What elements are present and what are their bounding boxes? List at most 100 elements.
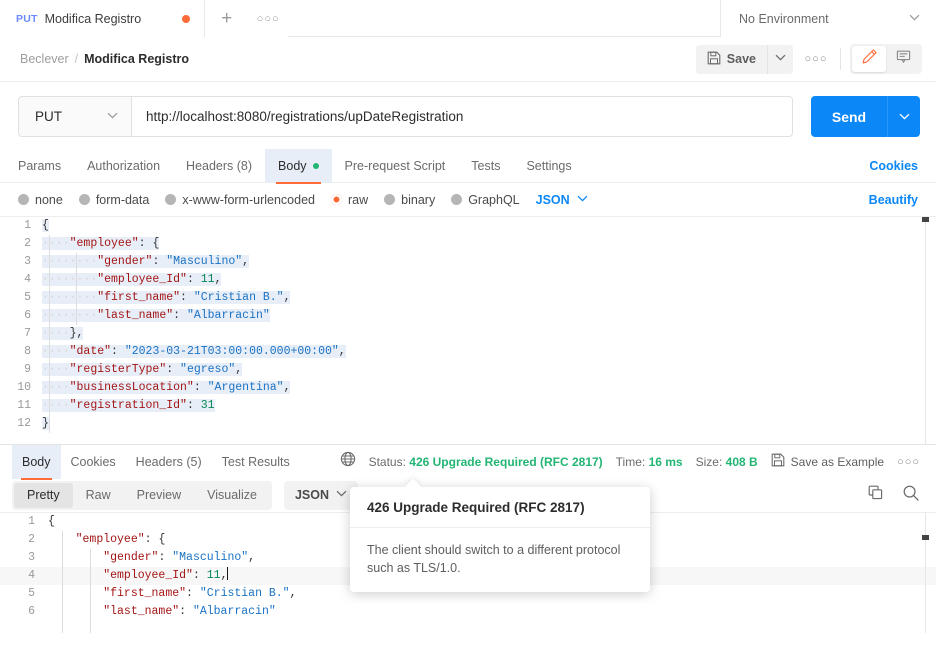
radio-selected-icon [331, 194, 342, 205]
view-mode-toggle-group [850, 44, 922, 74]
code-line: 11 ····"registration_Id": 31 [0, 397, 936, 415]
code-line: 2 ····"employee": { [0, 235, 936, 253]
search-button[interactable] [902, 484, 920, 507]
save-icon [771, 453, 785, 470]
breadcrumb-collection[interactable]: Beclever [20, 52, 69, 66]
beautify-button[interactable]: Beautify [869, 193, 918, 207]
line-number: 9 [24, 363, 31, 376]
tooltip-title: 426 Upgrade Required (RFC 2817) [350, 487, 650, 528]
response-tab-headers[interactable]: Headers (5) [126, 445, 212, 479]
line-number: 5 [24, 291, 31, 304]
body-type-graphql[interactable]: GraphQL [451, 193, 520, 207]
code-text: } [42, 417, 49, 430]
response-view-raw[interactable]: Raw [73, 483, 124, 508]
copy-button[interactable] [867, 484, 884, 506]
tab-authorization[interactable]: Authorization [74, 149, 173, 183]
status-code-tooltip: 426 Upgrade Required (RFC 2817) The clie… [350, 478, 650, 592]
save-button[interactable]: Save [695, 44, 767, 74]
code-text: ········"gender": "Masculino", [42, 255, 250, 268]
edit-mode-button[interactable] [852, 46, 886, 72]
line-number: 1 [24, 219, 31, 232]
code-text: ····"employee": { [42, 237, 160, 250]
request-tab-modifica-registro[interactable]: PUT Modifica Registro [0, 0, 206, 37]
response-format-selector[interactable]: JSON [283, 480, 358, 510]
line-number: 7 [24, 327, 31, 340]
chevron-down-icon [336, 490, 347, 500]
tooltip-description: The client should switch to a different … [367, 543, 621, 575]
response-tab-cookies[interactable]: Cookies [61, 445, 126, 479]
response-status-label: Status: [368, 454, 406, 469]
line-number: 8 [24, 345, 31, 358]
line-number: 3 [24, 255, 31, 268]
body-format-selector[interactable]: JSON [536, 193, 588, 207]
radio-icon [384, 194, 396, 205]
save-as-example-label: Save as Example [790, 454, 885, 469]
response-view-raw-label: Raw [85, 488, 111, 502]
request-body-editor[interactable]: 1 {2 ····"employee": { 3 ········"gender": "… [0, 216, 936, 444]
body-present-dot-icon [312, 162, 319, 169]
response-view-preview[interactable]: Preview [124, 483, 194, 508]
response-view-mode-group: Pretty Raw Preview Visualize [12, 480, 272, 510]
response-time: Time: 16 ms [616, 455, 683, 469]
tab-body[interactable]: Body [265, 148, 332, 184]
send-options-button[interactable] [887, 96, 920, 137]
body-type-none-label: none [35, 192, 63, 207]
response-tab-body[interactable]: Body [12, 444, 61, 480]
save-options-button[interactable] [767, 44, 793, 74]
response-view-visualize[interactable]: Visualize [194, 483, 270, 508]
response-view-pretty[interactable]: Pretty [14, 482, 73, 508]
send-button[interactable]: Send [811, 96, 887, 137]
tab-params-label: Params [18, 158, 62, 173]
code-text: ········"employee_Id": 11, [42, 273, 222, 286]
comments-button[interactable] [886, 46, 920, 72]
tab-headers-label: Headers (8) [186, 158, 253, 173]
send-button-group: Send [811, 96, 920, 137]
body-type-none[interactable]: none [18, 193, 63, 207]
tab-tests-label: Tests [471, 158, 501, 173]
request-editor-scrollbar-track[interactable] [925, 217, 926, 444]
code-text: "last_name": "Albarracin" [103, 605, 276, 618]
code-text: ········"first_name": "Cristian B.", [42, 291, 291, 304]
indent-guide [90, 549, 91, 633]
response-size-value: 408 B [725, 454, 758, 469]
code-line: 3 ········"gender": "Masculino", [0, 253, 936, 271]
new-tab-button[interactable]: + [205, 0, 248, 37]
tab-tests[interactable]: Tests [458, 149, 513, 183]
response-viewer-scrollbar-thumb [922, 535, 929, 540]
tab-settings[interactable]: Settings [513, 149, 584, 183]
response-tab-test-results[interactable]: Test Results [212, 445, 300, 479]
pencil-icon [861, 48, 878, 70]
code-text: ····"registration_Id": 31 [42, 399, 215, 412]
tab-params[interactable]: Params [18, 149, 74, 183]
code-text: { [42, 219, 49, 232]
body-type-raw[interactable]: raw [331, 193, 368, 207]
tab-headers[interactable]: Headers (8) [173, 149, 265, 183]
tab-pre-request-script[interactable]: Pre-request Script [332, 149, 459, 183]
environment-selector[interactable]: No Environment [720, 0, 936, 37]
breadcrumb-actions: Save ○○○ [695, 44, 922, 74]
code-line: 6 "last_name": "Albarracin" [0, 603, 936, 621]
tab-strip-spacer [288, 0, 720, 37]
response-viewer-scrollbar-track[interactable] [925, 513, 926, 633]
code-line: 9 ····"registerType": "egreso", [0, 361, 936, 379]
body-type-form-data[interactable]: form-data [78, 193, 149, 207]
response-more-options-icon[interactable]: ○○○ [897, 447, 920, 476]
line-number: 12 [17, 417, 31, 430]
cookies-link[interactable]: Cookies [869, 159, 918, 173]
body-type-urlencoded[interactable]: x-www-form-urlencoded [165, 193, 315, 207]
body-type-row: none form-data x-www-form-urlencoded raw… [0, 183, 936, 216]
breadcrumb-request-name[interactable]: Modifica Registro [84, 52, 189, 66]
response-status[interactable]: Status: 426 Upgrade Required (RFC 2817) [369, 455, 603, 469]
save-icon [707, 51, 721, 68]
save-as-example-button[interactable]: Save as Example [771, 453, 884, 470]
indent-guide [62, 531, 63, 633]
indent-guide [76, 253, 77, 325]
request-more-options-icon[interactable]: ○○○ [801, 45, 831, 74]
breadcrumb: Beclever / Modifica Registro [20, 52, 189, 66]
body-type-raw-label: raw [348, 192, 369, 207]
tab-options-icon[interactable]: ○○○ [248, 0, 288, 37]
http-method-selector[interactable]: PUT [18, 96, 131, 137]
request-body-code[interactable]: 1 {2 ····"employee": { 3 ········"gender": "… [0, 217, 936, 433]
body-type-binary[interactable]: binary [384, 193, 435, 207]
url-input[interactable]: http://localhost:8080/registrations/upDa… [131, 96, 793, 137]
